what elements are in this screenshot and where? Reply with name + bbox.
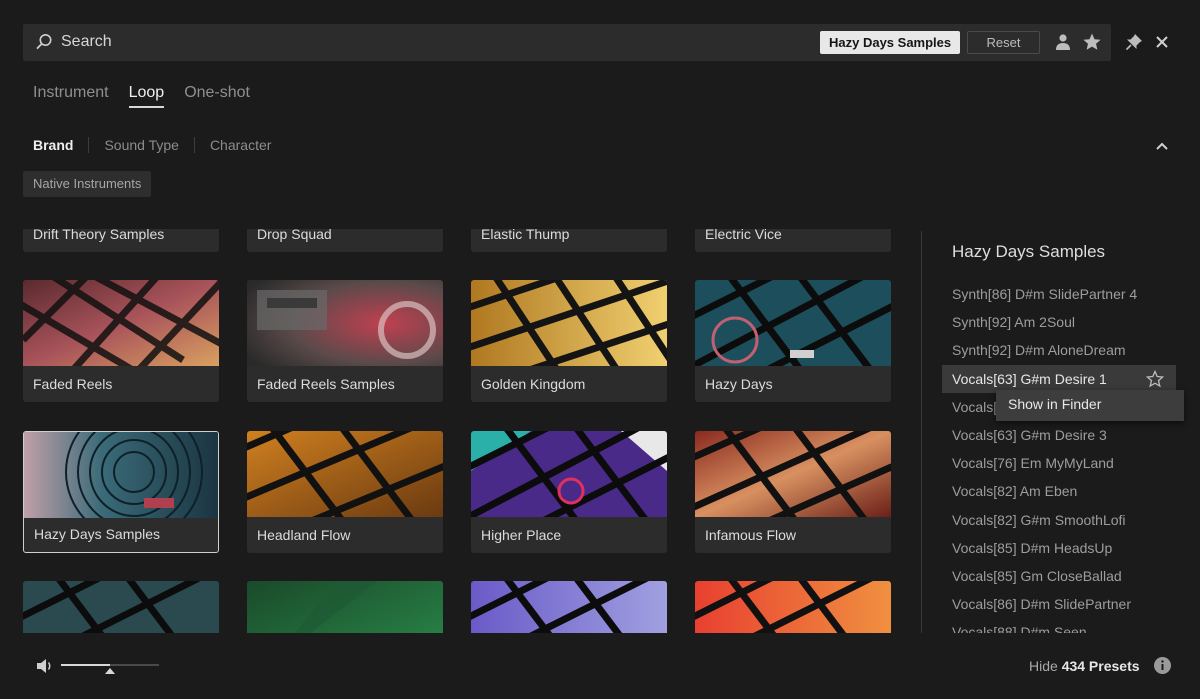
- product-card[interactable]: Electric Vice: [695, 229, 891, 252]
- product-thumbnail: [23, 581, 219, 633]
- preset-item[interactable]: Synth[86] D#m SlidePartner 4: [942, 280, 1192, 308]
- product-card[interactable]: Hazy Days: [695, 280, 891, 402]
- search-input[interactable]: Search: [61, 33, 112, 51]
- product-card-label: Electric Vice: [705, 229, 782, 242]
- product-card-label: Faded Reels: [33, 376, 113, 392]
- filter-bar: Brand Sound Type Character: [33, 137, 286, 153]
- preset-item[interactable]: Vocals[63] G#m Desire 3: [942, 421, 1192, 449]
- panel-divider: [921, 231, 922, 633]
- panel-title: Hazy Days Samples: [952, 242, 1106, 261]
- product-card-label: Golden Kingdom: [481, 376, 586, 392]
- product-thumbnail: [471, 280, 667, 366]
- product-card[interactable]: Higher Place: [471, 431, 667, 553]
- product-card-label: Infamous Flow: [705, 527, 797, 543]
- product-card-label: Drift Theory Samples: [33, 229, 165, 242]
- product-thumbnail: [695, 581, 891, 633]
- product-thumbnail: [247, 431, 443, 517]
- hide-presets-toggle[interactable]: Hide 434 Presets: [1029, 658, 1140, 674]
- product-thumbnail: [695, 431, 891, 517]
- preset-item[interactable]: Synth[92] Am 2Soul: [942, 308, 1192, 336]
- preset-item[interactable]: Vocals[85] Gm CloseBallad: [942, 562, 1192, 590]
- product-card-label: Drop Squad: [257, 229, 332, 242]
- search-icon: [36, 34, 52, 50]
- product-card-label: Elastic Thump: [481, 229, 570, 242]
- preset-count: 434 Presets: [1061, 658, 1140, 674]
- product-card[interactable]: Infamous Flow: [695, 431, 891, 553]
- product-thumbnail: [247, 280, 443, 366]
- volume-slider[interactable]: [61, 664, 159, 666]
- product-thumbnail: [247, 581, 443, 633]
- product-grid: Drift Theory Samples Drop Squad Elastic …: [0, 229, 905, 633]
- product-card[interactable]: [695, 581, 891, 633]
- filter-character[interactable]: Character: [193, 137, 286, 153]
- reset-button[interactable]: Reset: [967, 31, 1040, 54]
- product-card[interactable]: [247, 581, 443, 633]
- product-thumbnail: [471, 581, 667, 633]
- hide-label: Hide: [1029, 658, 1058, 674]
- active-brand-tag[interactable]: Hazy Days Samples: [820, 31, 961, 54]
- preset-item[interactable]: Vocals[88] D#m Seen: [942, 618, 1192, 633]
- chevron-up-icon[interactable]: [1153, 138, 1171, 154]
- product-card-label: Faded Reels Samples: [257, 376, 395, 392]
- product-thumbnail: [23, 280, 219, 366]
- context-menu-show-in-finder[interactable]: Show in Finder: [996, 390, 1184, 421]
- preset-item[interactable]: Vocals[85] D#m HeadsUp: [942, 534, 1192, 562]
- product-card[interactable]: Golden Kingdom: [471, 280, 667, 402]
- volume-icon[interactable]: [35, 657, 55, 675]
- close-icon[interactable]: [1153, 33, 1171, 51]
- tab-one-shot[interactable]: One-shot: [184, 84, 250, 108]
- content-type-tabs: Instrument Loop One-shot: [33, 84, 250, 108]
- product-thumbnail: [695, 280, 891, 366]
- preset-item-hovered[interactable]: Vocals[63] G#m Desire 1: [942, 364, 1176, 393]
- preset-item-label: Vocals[63] G#m Desire 1: [952, 370, 1107, 387]
- product-card[interactable]: Elastic Thump: [471, 229, 667, 252]
- preset-item[interactable]: Vocals[82] Am Eben: [942, 477, 1192, 505]
- volume-slider-handle[interactable]: [105, 668, 115, 674]
- search-bar[interactable]: Search Hazy Days Samples Reset: [23, 24, 1111, 61]
- product-card-label: Hazy Days: [705, 376, 773, 392]
- filter-brand[interactable]: Brand: [33, 137, 88, 153]
- pin-icon[interactable]: [1125, 33, 1143, 51]
- product-card-label: Higher Place: [481, 527, 562, 543]
- user-icon[interactable]: [1054, 33, 1072, 51]
- preset-item[interactable]: Synth[92] D#m AloneDream: [942, 336, 1192, 364]
- filter-sound-type[interactable]: Sound Type: [88, 137, 193, 153]
- product-card[interactable]: Faded Reels: [23, 280, 219, 402]
- product-card[interactable]: Drift Theory Samples: [23, 229, 219, 252]
- preset-item[interactable]: Vocals[86] D#m SlidePartner: [942, 590, 1192, 618]
- product-card[interactable]: Drop Squad: [247, 229, 443, 252]
- product-card[interactable]: Headland Flow: [247, 431, 443, 553]
- preset-item[interactable]: Vocals[76] Em MyMyLand: [942, 449, 1192, 477]
- product-thumbnail: [471, 431, 667, 517]
- product-card-label: Hazy Days Samples: [34, 526, 161, 542]
- product-card-selected[interactable]: Hazy Days Samples: [23, 431, 219, 553]
- info-icon[interactable]: [1153, 656, 1172, 675]
- favorites-star-icon[interactable]: [1082, 32, 1102, 52]
- product-card[interactable]: Faded Reels Samples: [247, 280, 443, 402]
- product-thumbnail: [24, 432, 218, 518]
- preset-list: Synth[86] D#m SlidePartner 4 Synth[92] A…: [942, 280, 1192, 633]
- star-icon[interactable]: [1146, 369, 1164, 388]
- tab-loop[interactable]: Loop: [128, 84, 165, 108]
- brand-chip[interactable]: Native Instruments: [23, 171, 152, 197]
- tab-instrument[interactable]: Instrument: [33, 84, 109, 108]
- product-card[interactable]: [471, 581, 667, 633]
- volume-slider-fill: [61, 664, 110, 666]
- product-card[interactable]: [23, 581, 219, 633]
- product-card-label: Headland Flow: [257, 527, 351, 543]
- preset-item[interactable]: Vocals[82] G#m SmoothLofi: [942, 506, 1192, 534]
